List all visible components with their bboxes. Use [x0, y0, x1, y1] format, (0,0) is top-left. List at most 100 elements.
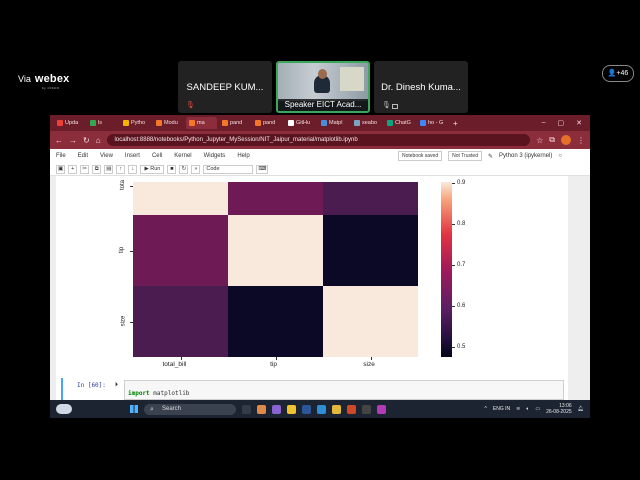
- weather-icon[interactable]: [56, 404, 72, 414]
- profile-avatar[interactable]: [561, 135, 571, 145]
- word-icon[interactable]: [302, 404, 311, 414]
- battery-icon[interactable]: ▭: [535, 406, 540, 412]
- tab-1[interactable]: Upda: [54, 117, 85, 129]
- cell-type-select[interactable]: Code: [203, 164, 254, 174]
- copy-icon[interactable]: ⧉: [92, 164, 102, 174]
- move-down-icon[interactable]: ↓: [128, 164, 138, 174]
- terminal-icon[interactable]: [362, 404, 371, 414]
- window-controls: – ▢ ✕: [542, 119, 590, 127]
- keyboard-icon[interactable]: ⌨: [256, 164, 269, 174]
- browser-window: Upda ls Pytho Modu ma pand pand GitHu Ma…: [50, 115, 590, 400]
- notifications-icon[interactable]: 🔔︎: [578, 406, 584, 412]
- colorbar-tick-label: 0.5: [457, 344, 466, 350]
- widgets-icon[interactable]: [257, 404, 266, 414]
- wifi-icon[interactable]: ≋: [516, 406, 520, 412]
- teams-icon[interactable]: [272, 404, 281, 414]
- tab-9[interactable]: Matpl: [318, 117, 349, 129]
- participant-count: +46: [616, 70, 629, 77]
- menu-help[interactable]: Help: [237, 153, 249, 159]
- close-icon[interactable]: ✕: [576, 119, 582, 127]
- taskbar-search[interactable]: Search: [144, 403, 236, 415]
- menubar-right: Notebook saved Not Trusted ✎ Python 3 (i…: [397, 151, 590, 161]
- heatmap-col-tick: [180, 357, 182, 360]
- clock[interactable]: 13:06 26-08-2025: [546, 403, 572, 415]
- chrome-icon[interactable]: [287, 404, 296, 414]
- maximize-icon[interactable]: ▢: [558, 119, 565, 127]
- volume-icon[interactable]: 🔈︎: [526, 406, 529, 412]
- cell-prompt: In [60]:: [77, 382, 106, 389]
- tab-8[interactable]: GitHu: [285, 117, 316, 129]
- paste-icon[interactable]: ▤: [104, 164, 114, 174]
- language-indicator[interactable]: ENG IN: [493, 406, 510, 412]
- tab-12[interactable]: ho - G: [417, 117, 448, 129]
- restart-icon[interactable]: ↻: [179, 164, 189, 174]
- run-button[interactable]: ▶ Run: [140, 164, 165, 174]
- colorbar-tick: [452, 224, 455, 225]
- code-cell[interactable]: In [60]: ⏵ import matplotlib: [61, 378, 564, 400]
- menu-edit[interactable]: Edit: [78, 153, 88, 159]
- heatmap-row-label: tip: [119, 246, 126, 253]
- tab-5-active[interactable]: ma: [186, 117, 217, 129]
- colorbar-tick-label: 0.8: [457, 221, 466, 227]
- participants-count-button[interactable]: 👤+46: [602, 65, 634, 82]
- tab-11[interactable]: ChatG: [384, 117, 415, 129]
- heatmap-row-label: tota: [119, 179, 126, 191]
- run-cell-icon[interactable]: ⏵: [115, 382, 118, 389]
- windows-start-icon[interactable]: [130, 405, 138, 413]
- menu-insert[interactable]: Insert: [125, 153, 140, 159]
- jupyter-icon: [255, 120, 261, 126]
- heatmap-cell: [133, 215, 228, 286]
- minimize-icon[interactable]: –: [542, 119, 546, 127]
- stop-icon[interactable]: ■: [167, 164, 177, 174]
- extensions-icon[interactable]: ⧉: [549, 135, 555, 145]
- menu-widgets[interactable]: Widgets: [204, 153, 226, 159]
- menu-file[interactable]: File: [56, 153, 66, 159]
- video-head: [318, 69, 327, 79]
- heatmap-row-tick: [130, 250, 133, 252]
- kernel-name[interactable]: Python 3 (ipykernel): [499, 153, 552, 159]
- trusted-button[interactable]: Not Trusted: [448, 151, 482, 161]
- tab-6[interactable]: pand: [219, 117, 250, 129]
- colorbar-tick-label: 0.6: [457, 303, 466, 309]
- jupyter-icon: [222, 120, 228, 126]
- add-cell-icon[interactable]: +: [68, 164, 78, 174]
- powerpoint-icon[interactable]: [347, 404, 356, 414]
- back-icon[interactable]: ←: [55, 136, 63, 145]
- move-up-icon[interactable]: ↑: [116, 164, 126, 174]
- menu-kernel[interactable]: Kernel: [174, 153, 191, 159]
- url-input[interactable]: localhost:8888/notebooks/Python_Jupyter_…: [106, 134, 531, 146]
- home-icon[interactable]: ⌂: [96, 136, 101, 145]
- tab-7[interactable]: pand: [252, 117, 283, 129]
- cut-icon[interactable]: ✂: [80, 164, 90, 174]
- bookmark-star-icon[interactable]: ☆: [536, 136, 543, 145]
- menu-cell[interactable]: Cell: [152, 153, 162, 159]
- notebook-saved-indicator: Notebook saved: [397, 151, 443, 161]
- heatmap-cell: [323, 286, 418, 357]
- tab-3[interactable]: Pytho: [120, 117, 151, 129]
- gmail-icon: [57, 120, 63, 126]
- more-menu-icon[interactable]: ⋮: [577, 136, 585, 145]
- edge-icon[interactable]: [317, 404, 326, 414]
- participant-tile-1[interactable]: SANDEEP KUM... 🎙︎: [178, 61, 272, 113]
- menu-view[interactable]: View: [100, 153, 113, 159]
- code-editor[interactable]: import matplotlib: [124, 380, 564, 400]
- tab-2[interactable]: ls: [87, 117, 118, 129]
- chatgpt-icon: [387, 120, 393, 126]
- tab-10[interactable]: seabo: [351, 117, 382, 129]
- new-tab-icon[interactable]: +: [453, 119, 458, 128]
- tray-up-icon[interactable]: ^: [485, 406, 487, 412]
- github-icon: [288, 120, 294, 126]
- task-view-icon[interactable]: [242, 404, 251, 414]
- edit-pencil-icon[interactable]: ✎: [488, 153, 493, 160]
- app-icon[interactable]: [377, 404, 386, 414]
- participant-tile-3[interactable]: Dr. Dinesh Kuma... 🎙︎: [374, 61, 468, 113]
- file-explorer-icon[interactable]: [332, 404, 341, 414]
- reload-icon[interactable]: ↻: [83, 136, 90, 145]
- page-scrollbar[interactable]: [568, 176, 590, 400]
- forward-icon[interactable]: →: [69, 136, 77, 145]
- save-icon[interactable]: ▣: [56, 164, 66, 174]
- participant-tile-2[interactable]: Speaker EICT Acad...: [276, 61, 370, 113]
- restart-run-all-icon[interactable]: »: [191, 164, 201, 174]
- tab-4[interactable]: Modu: [153, 117, 184, 129]
- jupyter-menubar: File Edit View Insert Cell Kernel Widget…: [50, 149, 590, 163]
